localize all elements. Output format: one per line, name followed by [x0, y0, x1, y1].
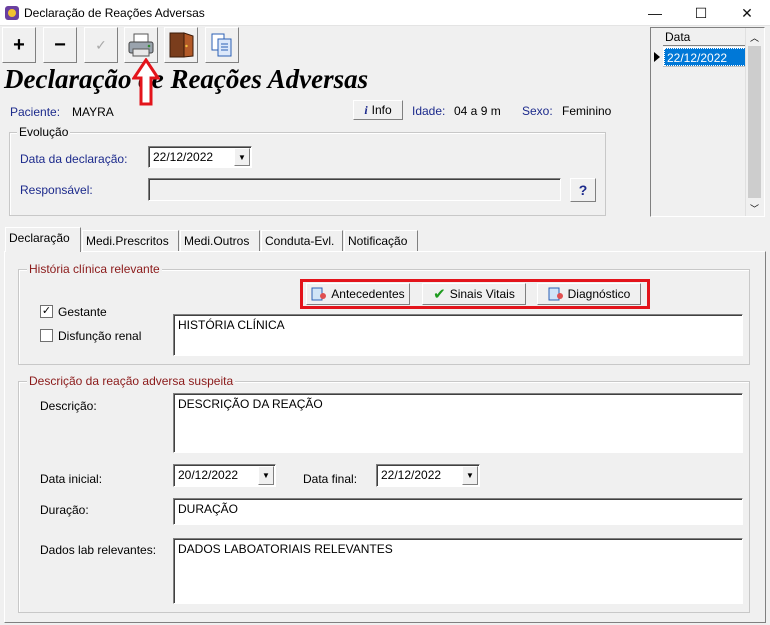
duracao-field[interactable]: DURAÇÃO: [173, 498, 743, 525]
tab-conduta-evl[interactable]: Conduta-Evl.: [261, 230, 343, 251]
descricao-textarea[interactable]: DESCRIÇÃO DA REAÇÃO: [173, 393, 743, 453]
row-indicator-icon: [654, 52, 660, 62]
historia-textarea[interactable]: HISTÓRIA CLÍNICA: [173, 314, 743, 356]
copy-button[interactable]: [205, 27, 239, 63]
scroll-thumb[interactable]: [748, 46, 761, 198]
chevron-down-icon[interactable]: ▼: [234, 148, 250, 166]
chevron-down-icon[interactable]: ▼: [462, 466, 478, 485]
renal-checkbox[interactable]: [40, 329, 53, 342]
dados-lab-label: Dados lab relevantes:: [40, 543, 157, 557]
patient-label: Paciente:: [10, 105, 61, 119]
data-inicial-field[interactable]: 20/12/2022 ▼: [173, 464, 276, 487]
sex-value: Feminino: [562, 104, 612, 118]
duracao-label: Duração:: [40, 503, 89, 517]
scroll-down-icon[interactable]: ﹀: [750, 202, 759, 215]
data-inicial-value: 20/12/2022: [178, 468, 239, 482]
app-icon: [5, 6, 19, 20]
window-title: Declaração de Reações Adversas: [24, 6, 205, 20]
form-title: Declaração de Reações Adversas: [4, 64, 369, 94]
records-icon: [311, 287, 327, 301]
add-button[interactable]: +: [2, 27, 36, 63]
evolucao-group: [9, 132, 606, 216]
responsible-search-button[interactable]: ?: [570, 178, 596, 202]
descricao-label: Descrição:: [40, 399, 97, 413]
chevron-down-icon[interactable]: ▼: [258, 466, 274, 485]
records-icon: [548, 287, 563, 301]
declaration-date-field[interactable]: 22/12/2022 ▼: [148, 146, 252, 168]
data-final-label: Data final:: [303, 472, 358, 486]
responsible-label: Responsável:: [20, 183, 93, 197]
data-inicial-label: Data inicial:: [40, 472, 103, 486]
gestante-checkbox[interactable]: ✓: [40, 305, 53, 318]
date-grid: Data 22/12/2022 ︿ ﹀: [650, 27, 765, 217]
exit-button[interactable]: [164, 27, 198, 63]
grid-header-date[interactable]: Data: [663, 28, 751, 46]
gestante-label: Gestante: [58, 305, 107, 319]
data-final-field[interactable]: 22/12/2022 ▼: [376, 464, 480, 487]
renal-label: Disfunção renal: [58, 329, 142, 343]
door-exit-icon: [169, 32, 194, 58]
info-button-label: Info: [371, 103, 392, 117]
tab-medi-outros[interactable]: Medi.Outros: [180, 230, 260, 251]
antecedentes-button[interactable]: Antecedentes: [306, 283, 410, 305]
printer-icon: [128, 33, 154, 57]
sex-label: Sexo:: [522, 104, 553, 118]
grid-row-date[interactable]: 22/12/2022: [664, 48, 750, 66]
responsible-field[interactable]: [148, 178, 561, 201]
plus-icon: +: [13, 34, 25, 56]
reacao-caption: Descrição da reação adversa suspeita: [27, 374, 236, 388]
sinais-vitais-button[interactable]: ✔ Sinais Vitais: [422, 283, 526, 305]
copy-icon: [211, 33, 232, 57]
declaration-date-value: 22/12/2022: [153, 150, 214, 164]
check-icon: ✔: [433, 286, 446, 303]
grid-scrollbar[interactable]: ︿ ﹀: [745, 28, 763, 216]
remove-button[interactable]: −: [43, 27, 77, 63]
age-value: 04 a 9 m: [454, 104, 501, 118]
scroll-up-icon[interactable]: ︿: [750, 31, 759, 44]
minimize-button[interactable]: —: [632, 0, 678, 26]
diagnostico-button[interactable]: Diagnóstico: [537, 283, 641, 305]
patient-name: MAYRA: [72, 105, 114, 119]
confirm-button[interactable]: ✓: [84, 27, 118, 63]
info-button[interactable]: i Info: [353, 100, 403, 120]
antecedentes-label: Antecedentes: [331, 287, 405, 301]
dados-lab-textarea[interactable]: DADOS LABOATORIAIS RELEVANTES: [173, 538, 743, 604]
minus-icon: −: [54, 34, 66, 56]
check-icon: ✓: [95, 37, 107, 53]
declaration-date-label: Data da declaração:: [20, 152, 128, 166]
maximize-button[interactable]: ☐: [678, 0, 724, 26]
close-button[interactable]: ✕: [724, 0, 770, 26]
tab-notificacao[interactable]: Notificação: [344, 230, 418, 251]
sinais-vitais-label: Sinais Vitais: [449, 287, 515, 301]
tab-medi-prescritos[interactable]: Medi.Prescritos: [82, 230, 179, 251]
diagnostico-label: Diagnóstico: [567, 287, 631, 301]
annotation-arrow-up-icon: [132, 58, 160, 106]
checkmark-icon: ✓: [41, 305, 52, 317]
data-final-value: 22/12/2022: [381, 468, 442, 482]
tab-declaracao[interactable]: Declaração: [5, 227, 81, 252]
age-label: Idade:: [412, 104, 446, 118]
info-icon: i: [364, 102, 368, 117]
historia-caption: História clínica relevante: [27, 262, 162, 276]
evolucao-caption: Evolução: [17, 125, 71, 139]
